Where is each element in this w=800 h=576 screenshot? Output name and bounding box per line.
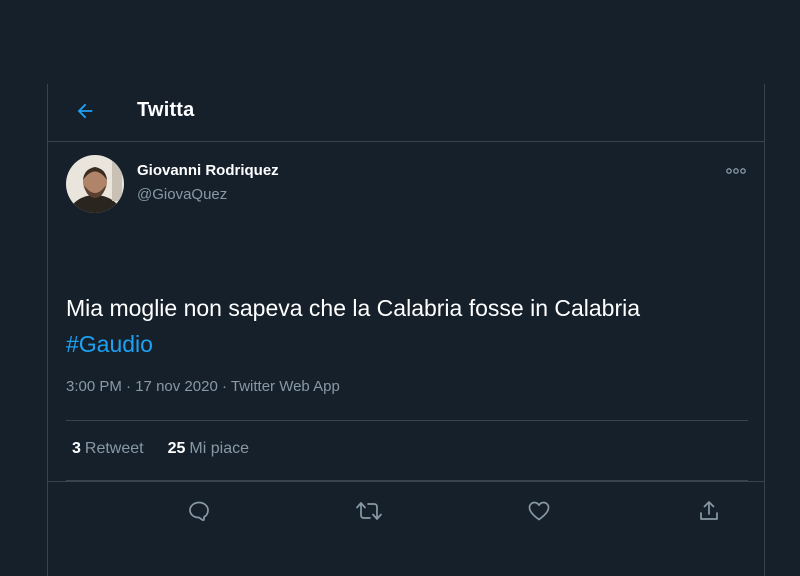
tweet-body: Mia moglie non sapeva che la Calabria fo… xyxy=(66,295,641,321)
more-options-button[interactable] xyxy=(724,164,748,178)
tweet-column: Twitta Giovanni Rodriquez @GiovaQuez Mia xyxy=(47,84,765,576)
like-button[interactable] xyxy=(524,496,554,526)
retweet-button[interactable] xyxy=(354,496,384,526)
divider xyxy=(66,420,748,421)
tweet-text: Mia moglie non sapeva che la Calabria fo… xyxy=(66,290,756,362)
meta-separator: · xyxy=(121,378,136,395)
tweet-actions xyxy=(66,482,748,540)
retweet-icon xyxy=(356,502,382,520)
heart-icon xyxy=(528,501,550,521)
likes-label: Mi piace xyxy=(189,440,249,457)
tweet-source[interactable]: Twitter Web App xyxy=(231,378,340,395)
hashtag-link[interactable]: #Gaudio xyxy=(66,331,153,357)
tweet-date[interactable]: 17 nov 2020 xyxy=(135,378,218,395)
avatar-image xyxy=(66,155,124,213)
reply-button[interactable] xyxy=(184,496,214,526)
tweet-stats: 3 Retweet 25 Mi piace xyxy=(72,440,249,458)
reply-icon xyxy=(189,501,209,522)
avatar[interactable] xyxy=(66,155,124,213)
likes-count: 25 xyxy=(167,440,186,457)
share-icon xyxy=(700,501,718,520)
retweets-label: Retweet xyxy=(84,440,144,457)
retweets-stat[interactable]: 3 Retweet xyxy=(72,440,144,458)
meta-separator: · xyxy=(217,378,231,395)
header-bar: Twitta xyxy=(48,84,764,142)
likes-stat[interactable]: 25 Mi piace xyxy=(168,440,249,458)
retweets-count: 3 xyxy=(72,440,81,457)
tweet-time[interactable]: 3:00 PM xyxy=(66,378,122,395)
share-button[interactable] xyxy=(694,496,724,526)
tweet-metadata: 3:00 PM · 17 nov 2020 · Twitter Web App xyxy=(66,378,340,395)
divider xyxy=(48,481,764,482)
author-name[interactable]: Giovanni Rodriquez xyxy=(137,162,279,179)
arrow-left-icon xyxy=(77,103,93,119)
more-options-icon xyxy=(726,168,746,174)
author-handle[interactable]: @GiovaQuez xyxy=(137,186,227,203)
back-button[interactable] xyxy=(70,96,100,126)
page-title: Twitta xyxy=(137,99,195,121)
